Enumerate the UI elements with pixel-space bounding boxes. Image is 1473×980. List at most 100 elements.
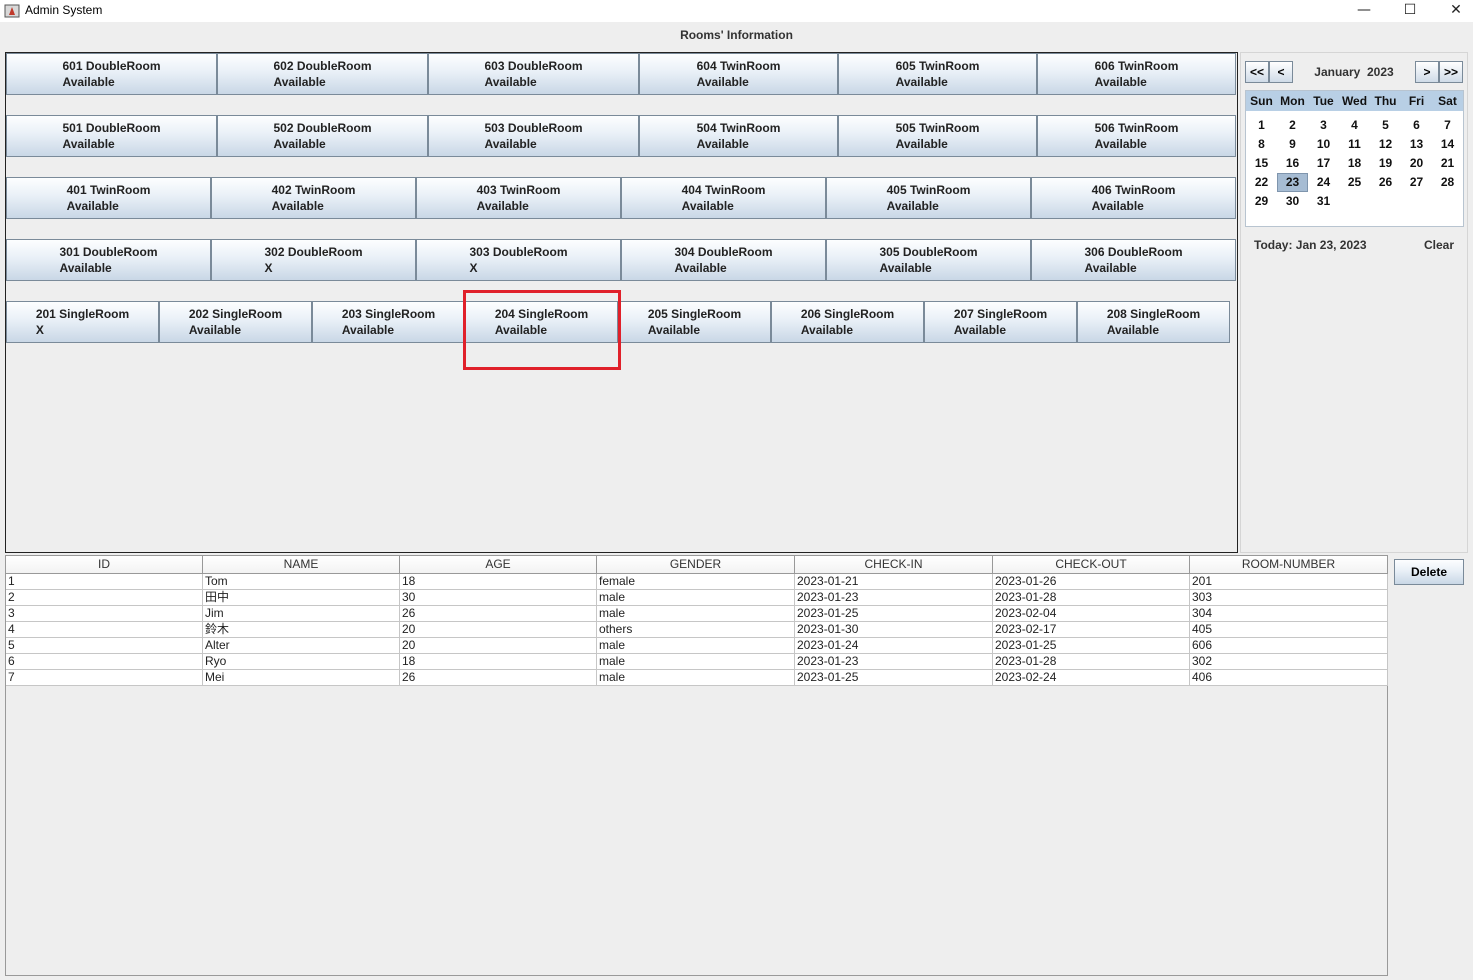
room-button[interactable]: 406 TwinRoom Available (1031, 177, 1236, 219)
clear-button[interactable]: Clear (1424, 238, 1454, 252)
room-button[interactable]: 603 DoubleRoom Available (428, 53, 639, 95)
calendar-day[interactable]: 4 (1339, 116, 1370, 135)
calendar-day[interactable]: 17 (1308, 154, 1339, 173)
calendar-grid: Sun Mon Tue Wed Thu Fri Sat 1 2 3 4 5 6 7 8 9 10 11 12 13 1… (1245, 90, 1464, 227)
table-row[interactable]: 3 Jim 26 male 2023-01-25 2023-02-04 304 (6, 606, 1388, 622)
calendar-day[interactable]: 10 (1308, 135, 1339, 154)
room-name: 403 TwinRoom (476, 183, 561, 197)
calendar-day[interactable]: 6 (1401, 116, 1432, 135)
room-button[interactable]: 207 SingleRoom Available (924, 301, 1077, 343)
calendar-day[interactable]: 24 (1308, 173, 1339, 192)
calendar-day[interactable]: 22 (1246, 173, 1277, 192)
calendar-day[interactable]: 16 (1277, 154, 1308, 173)
next-month-button[interactable]: > (1415, 61, 1439, 83)
room-button[interactable]: 505 TwinRoom Available (838, 115, 1037, 157)
table-row[interactable]: 6 Ryo 18 male 2023-01-23 2023-01-28 302 (6, 654, 1388, 670)
calendar-day[interactable]: 11 (1339, 135, 1370, 154)
room-button[interactable]: 504 TwinRoom Available (639, 115, 838, 157)
room-button-text: 403 TwinRoom Available (477, 182, 561, 214)
minimize-button[interactable]: — (1341, 0, 1387, 22)
room-button[interactable]: 606 TwinRoom Available (1037, 53, 1236, 95)
calendar-day[interactable]: 20 (1401, 154, 1432, 173)
room-button[interactable]: 301 DoubleRoom Available (6, 239, 211, 281)
room-button[interactable]: 602 DoubleRoom Available (217, 53, 428, 95)
room-button[interactable]: 205 SingleRoom Available (618, 301, 771, 343)
table-row[interactable]: 1 Tom 18 female 2023-01-21 2023-01-26 201 (6, 574, 1388, 590)
room-button[interactable]: 304 DoubleRoom Available (621, 239, 826, 281)
calendar-day[interactable]: 5 (1370, 116, 1401, 135)
reservations-table: ID NAME AGE GENDER CHECK-IN CHECK-OUT ROOM-NUM… (5, 555, 1388, 976)
room-button[interactable]: 601 DoubleRoom Available (6, 53, 217, 95)
close-button[interactable]: ✕ (1433, 0, 1473, 22)
room-button[interactable]: 402 TwinRoom Available (211, 177, 416, 219)
calendar-day[interactable]: 26 (1370, 173, 1401, 192)
calendar-day[interactable]: 3 (1308, 116, 1339, 135)
delete-button[interactable]: Delete (1394, 559, 1464, 585)
room-button-text: 502 DoubleRoom Available (273, 120, 371, 152)
room-button[interactable]: 605 TwinRoom Available (838, 53, 1037, 95)
room-status: Available (647, 323, 701, 337)
room-button[interactable]: 201 SingleRoom X (6, 301, 159, 343)
window-titlebar: Admin System — ☐ ✕ (0, 0, 1473, 22)
table-row[interactable]: 5 Alter 20 male 2023-01-24 2023-01-25 606 (6, 638, 1388, 654)
column-header[interactable]: NAME (203, 556, 400, 574)
calendar-day[interactable]: 29 (1246, 192, 1277, 211)
room-button[interactable]: 206 SingleRoom Available (771, 301, 924, 343)
today-label[interactable]: Today: Jan 23, 2023 (1254, 238, 1367, 252)
room-button[interactable]: 503 DoubleRoom Available (428, 115, 639, 157)
column-header[interactable]: ID (6, 556, 203, 574)
room-button-text: 601 DoubleRoom Available (62, 58, 160, 90)
calendar-day[interactable]: 14 (1432, 135, 1463, 154)
table-cell: 2023-01-25 (993, 638, 1190, 654)
room-button[interactable]: 604 TwinRoom Available (639, 53, 838, 95)
calendar-day[interactable]: 13 (1401, 135, 1432, 154)
room-name: 506 TwinRoom (1094, 121, 1179, 135)
room-button[interactable]: 203 SingleRoom Available (312, 301, 465, 343)
room-button[interactable]: 208 SingleRoom Available (1077, 301, 1230, 343)
room-button[interactable]: 306 DoubleRoom Available (1031, 239, 1236, 281)
table-row[interactable]: 2 田中 30 male 2023-01-23 2023-01-28 303 (6, 590, 1388, 606)
calendar-day[interactable]: 18 (1339, 154, 1370, 173)
room-button[interactable]: 502 DoubleRoom Available (217, 115, 428, 157)
calendar-day[interactable]: 9 (1277, 135, 1308, 154)
calendar-day (1339, 192, 1370, 211)
calendar-day[interactable]: 7 (1432, 116, 1463, 135)
calendar-day[interactable]: 21 (1432, 154, 1463, 173)
column-header[interactable]: CHECK-IN (795, 556, 993, 574)
room-name: 304 DoubleRoom (674, 245, 773, 259)
room-button[interactable]: 204 SingleRoom Available (465, 301, 618, 343)
column-header[interactable]: AGE (400, 556, 597, 574)
room-button[interactable]: 404 TwinRoom Available (621, 177, 826, 219)
calendar-day[interactable]: 19 (1370, 154, 1401, 173)
room-button[interactable]: 501 DoubleRoom Available (6, 115, 217, 157)
calendar-day[interactable]: 31 (1308, 192, 1339, 211)
next-year-button[interactable]: >> (1439, 61, 1463, 83)
column-header[interactable]: ROOM-NUMBER (1190, 556, 1388, 574)
calendar-day[interactable]: 1 (1246, 116, 1277, 135)
room-button[interactable]: 401 TwinRoom Available (6, 177, 211, 219)
table-row[interactable]: 7 Mei 26 male 2023-01-25 2023-02-24 406 (6, 670, 1388, 686)
calendar-day[interactable]: 25 (1339, 173, 1370, 192)
calendar-day[interactable]: 28 (1432, 173, 1463, 192)
calendar-day[interactable]: 15 (1246, 154, 1277, 173)
room-button[interactable]: 305 DoubleRoom Available (826, 239, 1031, 281)
column-header[interactable]: GENDER (597, 556, 795, 574)
calendar-day[interactable]: 12 (1370, 135, 1401, 154)
maximize-button[interactable]: ☐ (1387, 0, 1433, 22)
room-button[interactable]: 506 TwinRoom Available (1037, 115, 1236, 157)
room-button[interactable]: 403 TwinRoom Available (416, 177, 621, 219)
calendar-day[interactable]: 27 (1401, 173, 1432, 192)
calendar-day[interactable]: 2 (1277, 116, 1308, 135)
room-button[interactable]: 202 SingleRoom Available (159, 301, 312, 343)
prev-month-button[interactable]: < (1269, 61, 1293, 83)
calendar-day[interactable]: 30 (1277, 192, 1308, 211)
calendar-day[interactable]: 23 (1277, 173, 1308, 192)
room-button[interactable]: 303 DoubleRoom X (416, 239, 621, 281)
column-header[interactable]: CHECK-OUT (993, 556, 1190, 574)
room-button[interactable]: 405 TwinRoom Available (826, 177, 1031, 219)
room-button[interactable]: 302 DoubleRoom X (211, 239, 416, 281)
prev-year-button[interactable]: << (1245, 61, 1269, 83)
room-row: 201 SingleRoom X 202 SingleRoom Available 20… (6, 301, 1230, 343)
calendar-day[interactable]: 8 (1246, 135, 1277, 154)
table-row[interactable]: 4 鈴木 20 others 2023-01-30 2023-02-17 405 (6, 622, 1388, 638)
